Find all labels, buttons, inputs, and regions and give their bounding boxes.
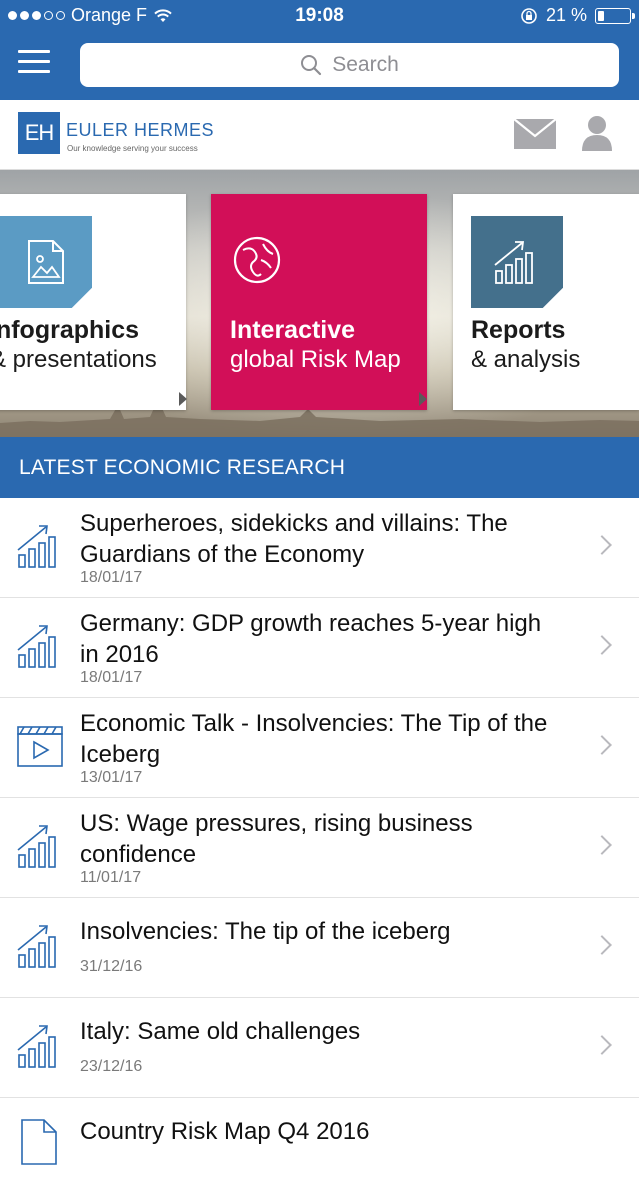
- card-subtitle: & analysis: [471, 346, 581, 373]
- status-bar: Orange F 19:08 21 %: [0, 0, 639, 32]
- list-item[interactable]: Country Risk Map Q4 2016: [0, 1098, 639, 1198]
- battery-status: 21 %: [520, 5, 635, 26]
- chevron-right-icon: [592, 635, 612, 655]
- growth-chart-icon: [17, 525, 56, 568]
- item-date: 18/01/17: [80, 669, 143, 686]
- list-item[interactable]: Germany: GDP growth reaches 5-year high …: [0, 598, 639, 698]
- item-title: Superheroes, sidekicks and villains: The…: [80, 510, 508, 568]
- video-icon: [17, 726, 63, 767]
- growth-chart-icon: [17, 625, 56, 668]
- carousel-next-icon[interactable]: [419, 392, 427, 406]
- item-title: Insolvencies: The tip of the iceberg: [80, 918, 451, 945]
- chevron-right-icon: [592, 935, 612, 955]
- brand-tagline: Our knowledge serving your success: [67, 144, 198, 153]
- image-file-icon: [28, 240, 64, 284]
- risk-map-card[interactable]: Interactive global Risk Map: [211, 194, 427, 410]
- infographics-tile: [0, 216, 92, 308]
- card-subtitle: & presentations: [0, 346, 157, 373]
- reports-card[interactable]: Reports & analysis: [453, 194, 639, 410]
- card-title: Infographics: [0, 316, 140, 344]
- growth-chart-icon: [494, 241, 533, 284]
- document-icon: [21, 1119, 57, 1165]
- item-title: Country Risk Map Q4 2016: [80, 1118, 370, 1145]
- list-item[interactable]: US: Wage pressures, rising business conf…: [0, 798, 639, 898]
- list-item[interactable]: Superheroes, sidekicks and villains: The…: [0, 498, 639, 598]
- item-date: 11/01/17: [80, 869, 142, 886]
- item-date: 13/01/17: [80, 769, 143, 786]
- reports-tile: [471, 216, 563, 308]
- risk-map-tile: [211, 214, 303, 306]
- chevron-right-icon: [592, 1035, 612, 1055]
- carousel-next-icon[interactable]: [179, 392, 187, 406]
- growth-chart-icon: [17, 825, 56, 868]
- hamburger-menu-button[interactable]: [18, 50, 50, 76]
- list-item[interactable]: Italy: Same old challenges 23/12/16: [0, 998, 639, 1098]
- item-date: 31/12/16: [80, 958, 143, 975]
- rotation-lock-icon: [521, 7, 537, 24]
- chevron-right-icon: [592, 535, 612, 555]
- item-title: Germany: GDP growth reaches 5-year high …: [80, 610, 542, 668]
- euler-hermes-logo: EH: [18, 112, 60, 154]
- chevron-right-icon: [592, 835, 612, 855]
- research-list: Superheroes, sidekicks and villains: The…: [0, 498, 639, 1198]
- item-title: US: Wage pressures, rising business conf…: [80, 810, 473, 868]
- battery-icon: [595, 7, 635, 24]
- chevron-right-icon: [592, 735, 612, 755]
- infographics-card[interactable]: Infographics & presentations: [0, 194, 186, 410]
- item-title: Economic Talk - Insolvencies: The Tip of…: [80, 710, 548, 768]
- growth-chart-icon: [17, 1025, 56, 1068]
- brand-name: EULER HERMES: [66, 120, 215, 140]
- search-input[interactable]: Search: [80, 43, 619, 87]
- top-bar: Orange F 19:08 21 % Search: [0, 0, 639, 100]
- user-profile-icon[interactable]: [580, 115, 614, 151]
- card-subtitle: global Risk Map: [230, 346, 401, 373]
- search-placeholder: Search: [332, 53, 399, 76]
- section-heading: LATEST ECONOMIC RESEARCH: [0, 437, 639, 498]
- list-item[interactable]: Economic Talk - Insolvencies: The Tip of…: [0, 698, 639, 798]
- item-date: 23/12/16: [80, 1058, 143, 1075]
- card-title: Interactive: [230, 316, 356, 344]
- search-icon: [301, 55, 322, 76]
- card-title: Reports: [471, 316, 566, 344]
- item-date: 18/01/17: [80, 569, 143, 586]
- hero-carousel[interactable]: Infographics & presentations Interactive…: [0, 170, 639, 437]
- list-item[interactable]: Insolvencies: The tip of the iceberg 31/…: [0, 898, 639, 998]
- mail-icon[interactable]: [513, 118, 557, 150]
- growth-chart-icon: [17, 925, 56, 968]
- globe-icon: [233, 236, 281, 284]
- battery-percent: 21 %: [545, 5, 587, 25]
- item-title: Italy: Same old challenges: [80, 1018, 361, 1045]
